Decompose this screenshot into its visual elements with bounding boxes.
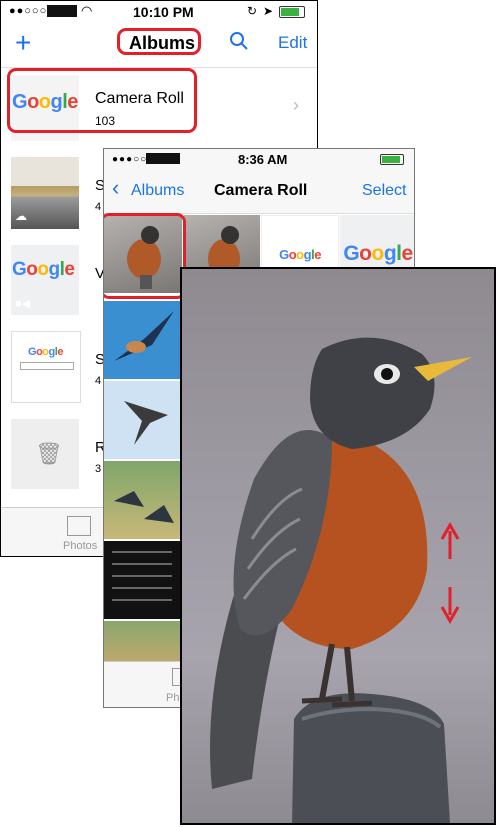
photo-thumb-swallows-3[interactable] — [104, 461, 182, 539]
rotation-lock-icon: ↻ — [247, 4, 258, 18]
add-album-button[interactable]: + — [15, 27, 31, 59]
selected-photo-highlight — [104, 213, 186, 299]
battery-icon — [380, 154, 404, 165]
google-logo: Google — [28, 346, 63, 358]
page-title: Camera Roll — [214, 182, 308, 199]
status-time: 10:10 PM — [133, 4, 194, 20]
wifi-icon: ◠ — [81, 3, 93, 18]
video-icon: ■◀ — [15, 298, 31, 310]
google-logo: Google — [279, 246, 321, 262]
signal-dots-icon: ●●●○○ — [112, 154, 148, 165]
album-thumbnail: Google — [11, 331, 81, 403]
chevron-right-icon: › — [293, 95, 299, 115]
title-highlight — [117, 28, 201, 55]
album-count: 4 — [95, 201, 102, 213]
camera-roll-highlight — [7, 68, 197, 133]
robin-illustration — [210, 337, 472, 823]
edit-button[interactable]: Edit — [278, 33, 307, 53]
location-icon: ➤ — [263, 4, 274, 18]
status-time: 8:36 AM — [238, 152, 288, 167]
album-thumbnail: ☁ — [11, 157, 79, 229]
redacted-carrier — [146, 153, 180, 164]
photos-tab-icon[interactable] — [67, 516, 91, 536]
scroll-up-arrow-icon — [440, 521, 460, 559]
redacted-carrier — [47, 5, 77, 17]
signal-dots-icon: ●●○○○ — [9, 5, 48, 17]
album-thumbnail: 🗑 — [11, 419, 79, 489]
status-bar: ●●○○○ ◠ 10:10 PM ↻ ➤ — [1, 1, 317, 23]
header: ●●●○○ 8:36 AM ‹ Albums Camera Roll Selec… — [104, 149, 414, 214]
chevron-left-icon[interactable]: ‹ — [112, 177, 119, 199]
back-button[interactable]: Albums — [131, 182, 184, 200]
cloud-icon: ☁ — [15, 209, 27, 223]
trash-icon: 🗑 — [35, 441, 63, 466]
album-thumbnail: Google ■◀ — [11, 245, 79, 315]
album-count: 3 — [95, 463, 102, 475]
photo-thumb-settings-screenshot[interactable] — [104, 541, 182, 619]
battery-icon — [279, 6, 305, 18]
tab-photos[interactable]: Photos — [63, 540, 97, 552]
select-button[interactable]: Select — [362, 182, 406, 200]
google-logo: Google — [12, 259, 75, 280]
scroll-down-arrow-icon — [440, 587, 460, 625]
photo-thumb-swallow-1[interactable] — [104, 301, 182, 379]
robin-photo-fullscreen — [180, 267, 496, 825]
google-logo: Google — [343, 242, 413, 265]
album-count: 4 — [95, 375, 102, 387]
photo-thumb-swallow-2[interactable] — [104, 381, 182, 459]
search-icon[interactable] — [229, 31, 249, 56]
